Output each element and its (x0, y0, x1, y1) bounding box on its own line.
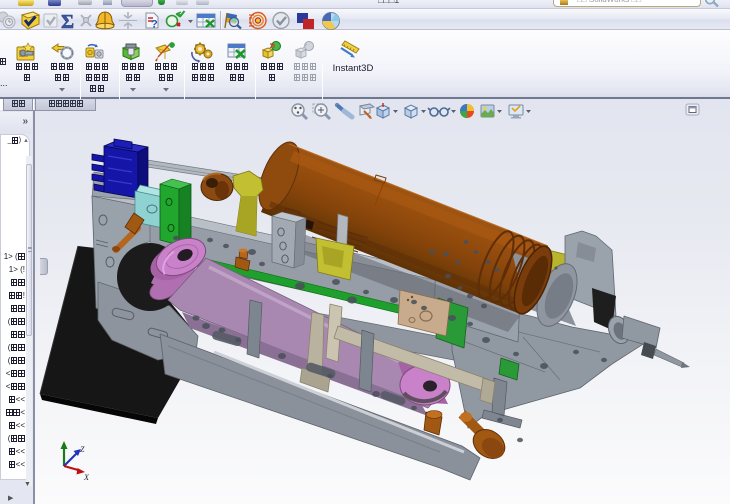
svg-text:?: ? (151, 19, 158, 31)
svg-text:Z: Z (80, 445, 85, 454)
svg-text:X: X (83, 473, 90, 482)
svg-text:Σ: Σ (61, 11, 74, 30)
